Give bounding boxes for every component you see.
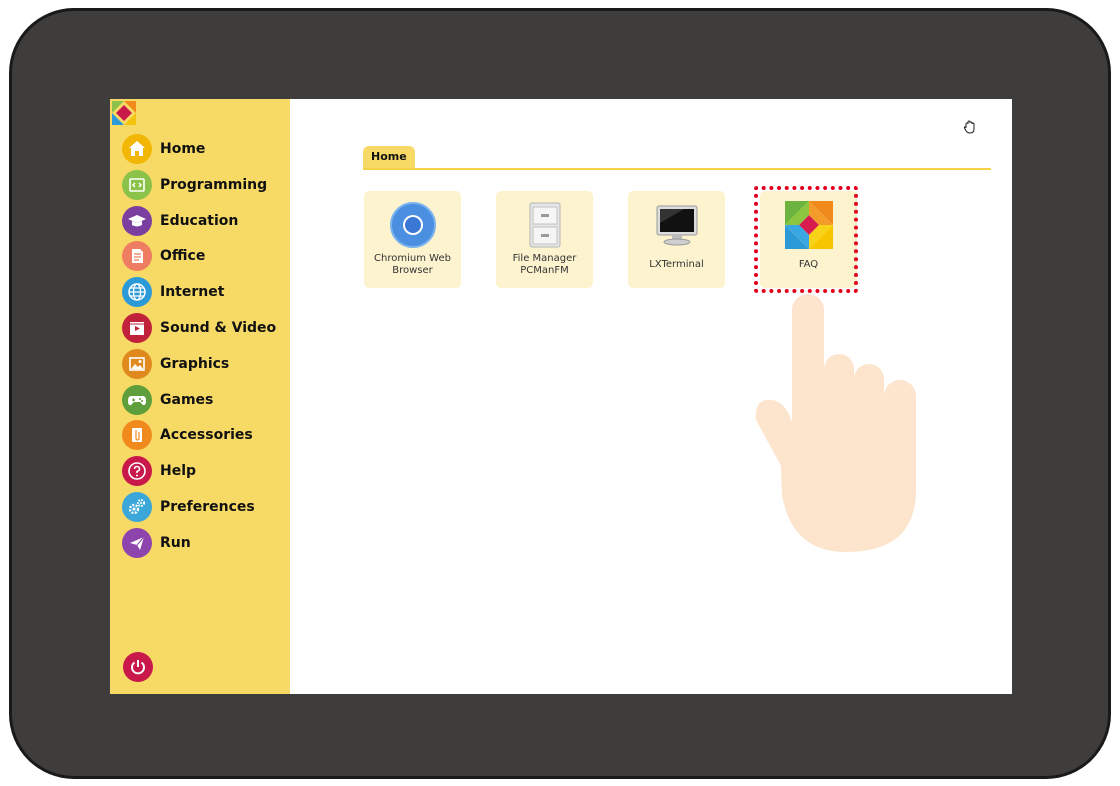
sidebar: Home Programming Education Office Intern bbox=[110, 99, 290, 694]
monitor-icon bbox=[653, 201, 701, 249]
power-button[interactable] bbox=[123, 652, 153, 682]
sidebar-item-label: Accessories bbox=[160, 427, 253, 443]
sidebar-item-label: Preferences bbox=[160, 499, 255, 515]
app-tile-chromium[interactable]: Chromium Web Browser bbox=[364, 191, 461, 288]
file-cabinet-icon bbox=[521, 201, 569, 249]
home-icon bbox=[122, 134, 152, 164]
sidebar-item-graphics[interactable]: Graphics bbox=[122, 347, 288, 381]
sidebar-item-help[interactable]: Help bbox=[122, 454, 288, 488]
sidebar-item-sound-video[interactable]: Sound & Video bbox=[122, 311, 288, 345]
hand-cursor-icon bbox=[963, 120, 975, 134]
paperclip-icon bbox=[122, 420, 152, 450]
code-icon bbox=[122, 170, 152, 200]
sidebar-item-education[interactable]: Education bbox=[122, 204, 288, 238]
paper-plane-icon bbox=[122, 528, 152, 558]
sidebar-item-label: Home bbox=[160, 141, 206, 157]
video-icon bbox=[122, 313, 152, 343]
tab-home[interactable]: Home bbox=[363, 146, 415, 168]
sidebar-item-office[interactable]: Office bbox=[122, 239, 288, 273]
graduation-cap-icon bbox=[122, 206, 152, 236]
screen: Home Programming Education Office Intern bbox=[110, 99, 1012, 694]
sidebar-item-label: Sound & Video bbox=[160, 320, 277, 336]
image-icon bbox=[122, 349, 152, 379]
tab-divider bbox=[363, 168, 991, 170]
app-label: Chromium Web Browser bbox=[374, 253, 451, 276]
app-tile-file-manager[interactable]: File Manager PCManFM bbox=[496, 191, 593, 288]
sidebar-item-label: Games bbox=[160, 392, 214, 408]
sidebar-item-preferences[interactable]: Preferences bbox=[122, 490, 288, 524]
document-icon bbox=[122, 241, 152, 271]
app-tile-faq[interactable]: FAQ bbox=[760, 191, 857, 288]
app-tile-lxterminal[interactable]: LXTerminal bbox=[628, 191, 725, 288]
gamepad-icon bbox=[122, 385, 152, 415]
sidebar-item-programming[interactable]: Programming bbox=[122, 168, 288, 202]
sidebar-item-games[interactable]: Games bbox=[122, 383, 288, 417]
sidebar-item-label: Internet bbox=[160, 284, 225, 300]
question-icon bbox=[122, 456, 152, 486]
globe-icon bbox=[122, 277, 152, 307]
sidebar-item-label: Graphics bbox=[160, 356, 230, 372]
app-logo-icon bbox=[112, 101, 136, 125]
power-icon bbox=[131, 660, 145, 675]
sidebar-item-label: Help bbox=[160, 463, 197, 479]
chromium-icon bbox=[389, 201, 437, 249]
app-label: File Manager PCManFM bbox=[512, 253, 577, 276]
gears-icon bbox=[122, 492, 152, 522]
main-content: Home Chromium Web Browser File Manager P… bbox=[290, 99, 1012, 694]
sidebar-item-internet[interactable]: Internet bbox=[122, 275, 288, 309]
sidebar-item-run[interactable]: Run bbox=[122, 526, 288, 560]
sidebar-item-home[interactable]: Home bbox=[122, 132, 288, 166]
sidebar-item-label: Education bbox=[160, 213, 239, 229]
app-label: FAQ bbox=[798, 259, 819, 270]
faq-logo-icon bbox=[784, 201, 833, 249]
app-label: LXTerminal bbox=[649, 259, 704, 270]
sidebar-item-accessories[interactable]: Accessories bbox=[122, 418, 288, 452]
sidebar-item-label: Run bbox=[160, 535, 191, 551]
sidebar-item-label: Office bbox=[160, 248, 206, 264]
sidebar-item-label: Programming bbox=[160, 177, 268, 193]
